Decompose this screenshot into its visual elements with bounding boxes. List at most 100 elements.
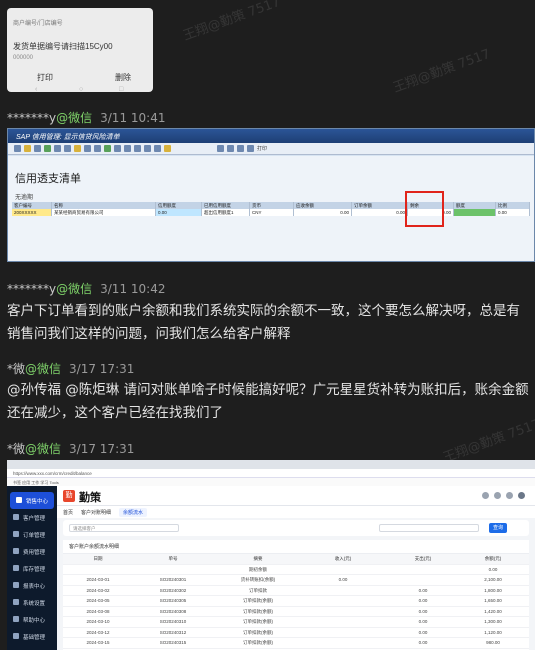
- toolbar-icon: [104, 145, 111, 152]
- sap-heading: 信用透支清单: [15, 173, 81, 185]
- table-header: 日期 单号 摘要 收入(元) 支出(元) 余额(元): [63, 554, 529, 565]
- table-cell: 2024-03-05: [86, 598, 110, 603]
- header-icons: [482, 492, 525, 499]
- toolbar-icon: [24, 145, 31, 152]
- message-time: 3/11 10:42: [100, 282, 166, 296]
- sidebar-item: 销售中心: [10, 492, 54, 509]
- table-cell: 订单扣款(余额): [243, 619, 273, 624]
- address-bar: https://www.xxx.com/crm/credit/balance: [7, 469, 535, 478]
- table-cell: SO20240312: [159, 629, 187, 635]
- sap-cell: 0.00: [352, 209, 408, 216]
- toolbar-icon: [14, 145, 21, 152]
- message-sender: *微@微信 3/17 17:31: [7, 360, 134, 377]
- nav-prev-icon: [227, 145, 234, 152]
- bookmarks-bar: 书签 应用 工作 学习 Tools: [7, 478, 535, 486]
- table-cell: [303, 607, 383, 617]
- table-cell: 0.00: [488, 566, 498, 572]
- recents-icon: □: [119, 86, 124, 92]
- sap-col-header: 货币: [250, 202, 294, 209]
- message-time: 3/17 17:31: [69, 442, 135, 456]
- phone-line: 商户编号/门店编号: [13, 21, 63, 27]
- sap-col-header: 已用信用额度: [202, 202, 250, 209]
- toolbar-icon: [144, 145, 151, 152]
- table-cell: SO20240315: [159, 640, 187, 645]
- browser-screenshot: https://www.xxx.com/crm/credit/balance 书…: [7, 460, 535, 650]
- table-cell: [133, 565, 213, 575]
- message-text: 客户下订单看到的账户余额和我们系统实际的余额不一致，这个要怎么解决呀，总是有销售…: [7, 303, 520, 342]
- table-cell: 2024-03-10: [86, 619, 110, 624]
- table-cell: 2024-03-02: [86, 587, 110, 593]
- sap-cell: 0.00: [294, 209, 352, 216]
- print-button: 打印: [37, 73, 53, 82]
- table-cell: 订单扣款(余额): [243, 598, 273, 603]
- sap-cell: 超出信用额度1: [202, 209, 250, 216]
- watermark: 王翔@勤策 7517: [181, 0, 283, 44]
- brand-name: 勤策: [79, 492, 101, 504]
- table-cell: [303, 638, 383, 648]
- sap-cell: 0.00: [496, 209, 530, 216]
- toolbar-icon: [94, 145, 101, 152]
- table-cell: 0.00: [418, 598, 428, 603]
- table-title: 客户账户余额流水明细: [63, 540, 529, 554]
- toolbar-icon: [84, 145, 91, 152]
- toolbar-icon: [114, 145, 121, 152]
- sidebar-item: 费用管理: [7, 543, 57, 560]
- sender-name: *微: [7, 442, 26, 456]
- nav-last-icon: [247, 145, 254, 152]
- table-cell: SO20240301: [159, 577, 187, 582]
- message-text: @孙传福 @陈炬琳 请问对账单啥子时候能搞好呢？广元星星货补转为账扣后，账余金额…: [7, 382, 529, 421]
- avatar: [518, 492, 525, 499]
- column-header: 支出(元): [414, 556, 432, 561]
- table-cell: 1,300.00: [484, 619, 502, 624]
- table-cell: 订单扣款(余额): [243, 640, 273, 645]
- toolbar-icon: [134, 145, 141, 152]
- sidebar-item: 客户管理: [7, 509, 57, 526]
- balance-table: 客户账户余额流水明细 日期 单号 摘要 收入(元) 支出(元) 余额(元) 期初…: [63, 540, 529, 650]
- browser-tabs: [7, 460, 535, 469]
- table-cell: [383, 575, 463, 585]
- table-cell: 订单扣款: [249, 587, 267, 593]
- table-cell: 1,650.00: [484, 598, 502, 603]
- customer-select: 请选择客户: [69, 524, 179, 532]
- back-icon: ‹: [35, 86, 38, 92]
- table-cell: [303, 586, 383, 596]
- sap-col-header: 比例: [496, 202, 530, 209]
- app-sidebar: 销售中心 客户管理 订单管理 费用管理 库存管理 报表中心 系统设置 帮助中心 …: [7, 486, 57, 650]
- sender-name: *微: [7, 362, 26, 376]
- sap-cell: 0.00: [156, 209, 202, 216]
- table-cell: 2024-03-01: [86, 577, 110, 582]
- sap-grid: 客户编号 名称 信用额度 已用信用额度 货币 应收余额 订单余额 剩余 额度 比…: [12, 202, 530, 216]
- bell-icon: [482, 492, 489, 499]
- sap-cell: [454, 209, 496, 216]
- table-cell: 0.00: [418, 587, 428, 593]
- table-cell: SO20240302: [159, 587, 187, 593]
- table-cell: 1,420.00: [484, 608, 502, 614]
- sender-name: *******y: [7, 282, 57, 296]
- toolbar-icon: [154, 145, 161, 152]
- sap-col-header: 信用额度: [156, 202, 202, 209]
- filter-bar: 请选择客户 查询: [63, 520, 529, 536]
- settings-icon: [506, 492, 513, 499]
- table-cell: [63, 565, 133, 575]
- nav-first-icon: [217, 145, 224, 152]
- phone-line: 发货单据编号请扫描15Cy00: [13, 42, 113, 51]
- sidebar-item: 帮助中心: [7, 611, 57, 628]
- table-cell: [383, 565, 463, 575]
- sender-name: *******y: [7, 111, 57, 125]
- table-cell: 2024-03-12: [86, 629, 110, 635]
- table-cell: SO20240308: [159, 608, 187, 614]
- sidebar-item: 报表中心: [7, 577, 57, 594]
- table-row: 2024-03-12 SO20240312 订单扣款(余额) 0.00 1,120.00: [63, 628, 529, 638]
- sap-cell: CNY: [250, 209, 294, 216]
- table-row: 期初余额 0.00: [63, 565, 529, 575]
- sap-col-header: 额度: [454, 202, 496, 209]
- toolbar-icon: [74, 145, 81, 152]
- delete-button: 删除: [115, 73, 131, 82]
- message-time: 3/11 10:41: [100, 111, 166, 125]
- tab-balance-flow: 余额流水: [119, 507, 148, 517]
- sidebar-item: 库存管理: [7, 560, 57, 577]
- table-cell: 0.00: [338, 577, 348, 582]
- table-cell: 1,800.00: [484, 587, 502, 593]
- table-cell: 期初余额: [249, 566, 267, 572]
- sap-col-header: 订单余额: [352, 202, 408, 209]
